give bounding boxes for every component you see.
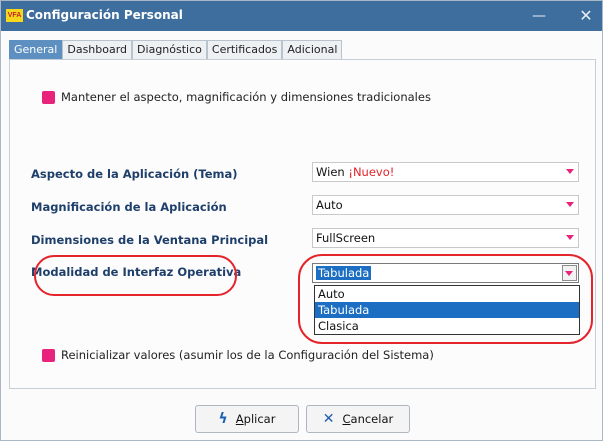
keep-traditional-label: Mantener el aspecto, magnificación y dim… — [61, 90, 431, 104]
dimensions-select[interactable]: FullScreen — [312, 228, 579, 248]
dimensions-value: FullScreen — [316, 231, 376, 245]
config-window: VFA Configuración Personal — ✕ General D… — [0, 0, 603, 441]
tab-dashboard[interactable]: Dashboard — [62, 40, 133, 59]
cancel-label: Cancelar — [342, 412, 394, 426]
title-bar: VFA Configuración Personal — ✕ — [1, 1, 602, 31]
tab-adicional[interactable]: Adicional — [282, 40, 343, 59]
apply-label: Aplicar — [235, 412, 276, 426]
reset-label: Reinicializar valores (asumir los de la … — [61, 348, 434, 362]
magnification-select[interactable]: Auto — [312, 195, 579, 215]
dimensions-label: Dimensiones de la Ventana Principal — [31, 233, 269, 247]
apply-button[interactable]: ϟ Aplicar — [195, 405, 299, 433]
app-logo-icon: VFA — [6, 9, 23, 22]
keep-traditional-checkbox[interactable] — [42, 90, 55, 104]
theme-select[interactable]: Wien ¡Nuevo! — [312, 162, 579, 182]
highlight-annotation-label — [34, 255, 237, 296]
highlight-annotation-dropdown — [298, 254, 593, 344]
x-icon: ✕ — [322, 411, 335, 427]
reset-checkbox[interactable] — [42, 348, 55, 362]
reset-row[interactable]: Reinicializar valores (asumir los de la … — [42, 348, 434, 362]
theme-value: Wien — [316, 165, 345, 179]
lightning-icon: ϟ — [218, 411, 228, 427]
chevron-down-icon — [566, 202, 574, 207]
theme-label: Aspecto de la Aplicación (Tema) — [31, 167, 238, 181]
tab-bar: General Dashboard Diagnóstico Certificad… — [9, 40, 343, 60]
tab-general[interactable]: General — [9, 40, 63, 59]
close-button[interactable]: ✕ — [576, 7, 596, 25]
tab-diagnostico[interactable]: Diagnóstico — [132, 40, 207, 59]
magnification-value: Auto — [316, 198, 343, 212]
tab-certificados[interactable]: Certificados — [206, 40, 283, 59]
new-badge: ¡Nuevo! — [348, 165, 395, 179]
keep-traditional-row[interactable]: Mantener el aspecto, magnificación y dim… — [42, 90, 431, 104]
window-title: Configuración Personal — [26, 8, 183, 22]
chevron-down-icon — [566, 169, 574, 174]
minimize-button[interactable]: — — [529, 8, 549, 24]
chevron-down-icon — [566, 235, 574, 240]
cancel-button[interactable]: ✕ Cancelar — [306, 405, 410, 433]
magnification-label: Magnificación de la Aplicación — [31, 200, 227, 214]
